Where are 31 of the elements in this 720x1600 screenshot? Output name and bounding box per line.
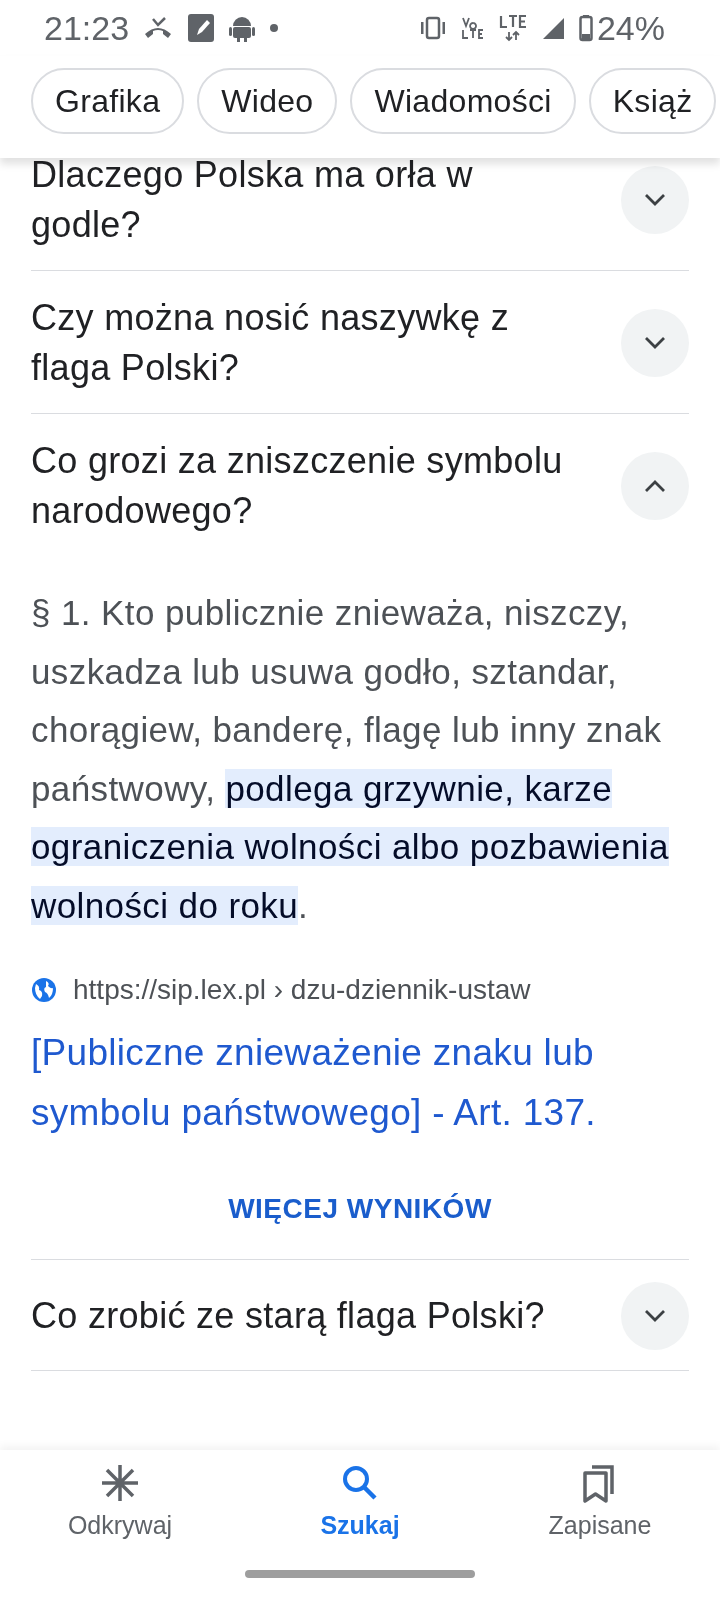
asterisk-icon [100,1463,140,1503]
chevron-down-icon [644,1309,666,1323]
vibrate-icon [418,16,447,40]
volte-icon [460,15,485,41]
notes-icon [187,13,216,43]
result-link[interactable]: [Publiczne znieważenie znaku lub symbolu państwowego] - Art. 137. [31,1023,689,1143]
question-text: Co zrobić ze starą flaga Polski? [31,1294,546,1338]
android-icon [229,14,256,42]
nav-tab[interactable]: Szukaj [260,1462,460,1600]
battery-icon [578,14,593,42]
source-url: https://sip.lex.pl › dzu-dziennik-ustaw [73,973,531,1007]
question-text: Dlaczego Polska ma orła w godle? [31,158,474,247]
chevron-up-icon [644,479,666,493]
lte-icon [498,14,527,42]
dot-icon [269,23,280,33]
question-text: Co grozi za zniszczenie symbolu narodowego? [31,439,564,533]
battery-level: 24% [596,7,665,49]
nav-tab[interactable]: Odkrywaj [20,1462,220,1600]
filter-chip[interactable]: Wideo [197,68,338,134]
globe-icon [31,977,57,1003]
chevron-down-icon [644,336,666,350]
nav-tab[interactable]: Zapisane [500,1462,700,1600]
clock-time: 21:23 [44,7,130,49]
missed-call-icon [143,16,174,40]
filter-chip[interactable]: Grafika [31,68,185,134]
filter-chip[interactable]: Wiadomości [350,68,576,134]
more-results-button[interactable]: WIĘCEJ WYNIKÓW [222,1187,498,1231]
question-text: Czy można nosić naszywkę z flaga Polski? [31,296,510,390]
chevron-down-icon [644,193,666,207]
filter-chip[interactable]: Książ [588,68,717,134]
answer-paragraph: § 1. Kto publicznie znieważa, niszczy, uszkadza lub usuwa godło, sztandar, chorągiew, banderę, flagę lub inny znak państwowy, podlega grzywnie, karze ograniczenia wolności albo pozbawienia wolności do roku. [31,592,670,927]
